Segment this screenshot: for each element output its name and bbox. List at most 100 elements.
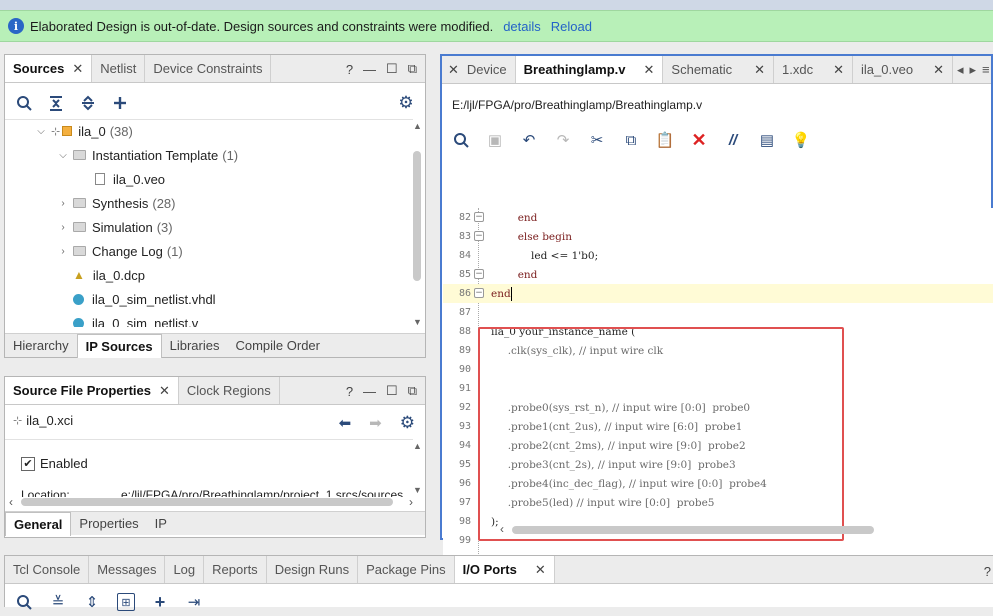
expand-all-icon[interactable]: ⇕ bbox=[83, 593, 101, 611]
tree-item-simulation[interactable]: › Simulation (3) bbox=[57, 216, 172, 238]
tab-ip[interactable]: IP bbox=[147, 512, 175, 536]
scroll-thumb[interactable] bbox=[512, 526, 874, 534]
gear-icon[interactable]: ⚙ bbox=[400, 413, 415, 433]
fold-gutter[interactable]: − bbox=[471, 208, 489, 227]
tab-messages[interactable]: Messages bbox=[89, 556, 166, 583]
tree-scrollbar[interactable]: ▲ ▼ bbox=[411, 121, 423, 327]
add-icon[interactable]: + bbox=[151, 592, 169, 612]
float-icon[interactable]: ⧉ bbox=[408, 61, 417, 77]
details-link[interactable]: details bbox=[503, 19, 541, 34]
minimize-icon[interactable]: — bbox=[363, 384, 376, 399]
chevron-down-icon[interactable]: ⌵ bbox=[35, 126, 47, 137]
forward-arrow-icon[interactable]: ➡ bbox=[369, 414, 382, 432]
tab-hierarchy[interactable]: Hierarchy bbox=[5, 334, 77, 358]
restore-icon[interactable]: ☐ bbox=[386, 383, 398, 399]
tab-list-icon[interactable]: ≡ bbox=[982, 62, 990, 77]
fold-gutter[interactable]: − bbox=[471, 265, 489, 284]
tab-general[interactable]: General bbox=[5, 511, 72, 536]
tab-compile-order[interactable]: Compile Order bbox=[227, 334, 328, 358]
copy-icon[interactable]: ⧉ bbox=[622, 131, 640, 149]
tab-netlist[interactable]: Netlist bbox=[92, 55, 146, 82]
add-icon[interactable] bbox=[111, 94, 129, 112]
collapse-all-icon[interactable]: ≚ bbox=[49, 593, 67, 611]
close-icon[interactable]: ✕ bbox=[72, 61, 83, 77]
tab-package-pins[interactable]: Package Pins bbox=[358, 556, 455, 583]
tab-clock-regions[interactable]: Clock Regions bbox=[179, 377, 280, 404]
minimize-icon[interactable]: — bbox=[363, 62, 376, 77]
help-icon[interactable]: ? bbox=[346, 62, 353, 77]
tree-item-sim-netlist-v[interactable]: ila_0_sim_netlist.v bbox=[73, 312, 198, 327]
auto-assign-icon[interactable]: ⇥ bbox=[185, 593, 203, 611]
fold-icon[interactable]: − bbox=[474, 212, 484, 222]
search-icon[interactable] bbox=[15, 593, 33, 611]
insert-template-icon[interactable]: ▤ bbox=[758, 131, 776, 149]
tree-item-instantiation-template[interactable]: ⌵ Instantiation Template (1) bbox=[57, 144, 238, 166]
scroll-left-icon[interactable]: ‹ bbox=[500, 522, 504, 536]
close-icon[interactable]: ✕ bbox=[644, 62, 655, 78]
fold-icon[interactable]: − bbox=[474, 288, 484, 298]
editor-hscroll[interactable]: ‹ bbox=[500, 522, 988, 536]
tab-design-runs[interactable]: Design Runs bbox=[267, 556, 359, 583]
help-icon[interactable]: ? bbox=[346, 384, 353, 399]
tab-log[interactable]: Log bbox=[165, 556, 205, 583]
close-icon[interactable]: ✕ bbox=[448, 62, 459, 78]
tab-1-xdc[interactable]: 1.xdc ✕ bbox=[774, 56, 854, 83]
tree-item-synthesis[interactable]: › Synthesis (28) bbox=[57, 192, 175, 214]
tree-item-sim-netlist-vhdl[interactable]: ila_0_sim_netlist.vhdl bbox=[73, 288, 216, 310]
scroll-up-icon[interactable]: ▲ bbox=[413, 441, 422, 451]
chevron-right-icon[interactable]: › bbox=[57, 246, 69, 257]
close-icon[interactable]: ✕ bbox=[535, 562, 546, 578]
back-arrow-icon[interactable]: ⬅ bbox=[339, 414, 352, 432]
chevron-right-icon[interactable]: › bbox=[57, 198, 69, 209]
scroll-up-icon[interactable]: ▲ bbox=[413, 121, 422, 131]
scroll-thumb[interactable] bbox=[413, 151, 421, 281]
scroll-right-icon[interactable]: › bbox=[409, 495, 413, 509]
tab-io-ports[interactable]: I/O Ports ✕ bbox=[454, 556, 555, 583]
fold-gutter[interactable]: − bbox=[471, 284, 489, 303]
scroll-down-icon[interactable]: ▼ bbox=[413, 485, 422, 495]
group-icon[interactable]: ⊞ bbox=[117, 593, 135, 611]
tab-device-constraints[interactable]: Device Constraints bbox=[145, 55, 272, 82]
paste-icon[interactable]: 📋 bbox=[656, 131, 675, 149]
close-icon[interactable]: ✕ bbox=[754, 62, 765, 78]
help-icon[interactable]: ? bbox=[984, 564, 991, 579]
code-editor[interactable]: 82 − end 83 − else begin 84 led <= 1'b0;… bbox=[443, 208, 993, 576]
collapse-all-icon[interactable] bbox=[47, 94, 65, 112]
fold-icon[interactable]: − bbox=[474, 231, 484, 241]
cut-icon[interactable]: ✂ bbox=[588, 131, 606, 149]
tab-libraries[interactable]: Libraries bbox=[162, 334, 228, 358]
scroll-left-icon[interactable]: ‹ bbox=[9, 495, 13, 509]
undo-icon[interactable]: ↶ bbox=[520, 131, 538, 149]
gear-icon[interactable]: ⚙ bbox=[397, 93, 415, 112]
fold-gutter[interactable]: − bbox=[471, 227, 489, 246]
search-icon[interactable] bbox=[452, 131, 470, 149]
chevron-right-icon[interactable]: › bbox=[57, 222, 69, 233]
save-icon[interactable]: ▣ bbox=[486, 131, 504, 149]
tab-device[interactable]: ✕ Device bbox=[442, 56, 516, 83]
reload-link[interactable]: Reload bbox=[551, 19, 592, 34]
tree-item-ila0[interactable]: ⌵ ⊹ ila_0 (38) bbox=[35, 120, 133, 142]
tree-item-ila0-veo[interactable]: ila_0.veo bbox=[95, 168, 165, 190]
close-icon[interactable]: ✕ bbox=[159, 383, 170, 399]
tab-ip-sources[interactable]: IP Sources bbox=[76, 333, 162, 358]
chevron-down-icon[interactable]: ⌵ bbox=[57, 150, 69, 161]
restore-icon[interactable]: ☐ bbox=[386, 61, 398, 77]
scroll-down-icon[interactable]: ▼ bbox=[413, 317, 422, 327]
tree-item-change-log[interactable]: › Change Log (1) bbox=[57, 240, 182, 262]
tab-scroll-right-icon[interactable]: ▸ bbox=[970, 62, 977, 78]
comment-icon[interactable]: // bbox=[724, 131, 742, 149]
tab-source-file-properties[interactable]: Source File Properties ✕ bbox=[5, 377, 179, 404]
scroll-thumb[interactable] bbox=[21, 498, 393, 506]
properties-vscroll[interactable]: ▲ ▼ bbox=[411, 441, 423, 495]
tab-ila0-veo[interactable]: ila_0.veo ✕ bbox=[853, 56, 953, 83]
fold-icon[interactable]: − bbox=[474, 269, 484, 279]
tab-reports[interactable]: Reports bbox=[204, 556, 267, 583]
float-icon[interactable]: ⧉ bbox=[408, 383, 417, 399]
close-icon[interactable]: ✕ bbox=[833, 62, 844, 78]
tab-sources[interactable]: Sources ✕ bbox=[5, 55, 93, 82]
redo-icon[interactable]: ↷ bbox=[554, 131, 572, 149]
properties-hscroll[interactable]: ‹ › bbox=[5, 495, 425, 509]
tab-properties[interactable]: Properties bbox=[71, 512, 146, 536]
enabled-checkbox[interactable]: ✔ bbox=[21, 456, 35, 471]
search-icon[interactable] bbox=[15, 94, 33, 112]
